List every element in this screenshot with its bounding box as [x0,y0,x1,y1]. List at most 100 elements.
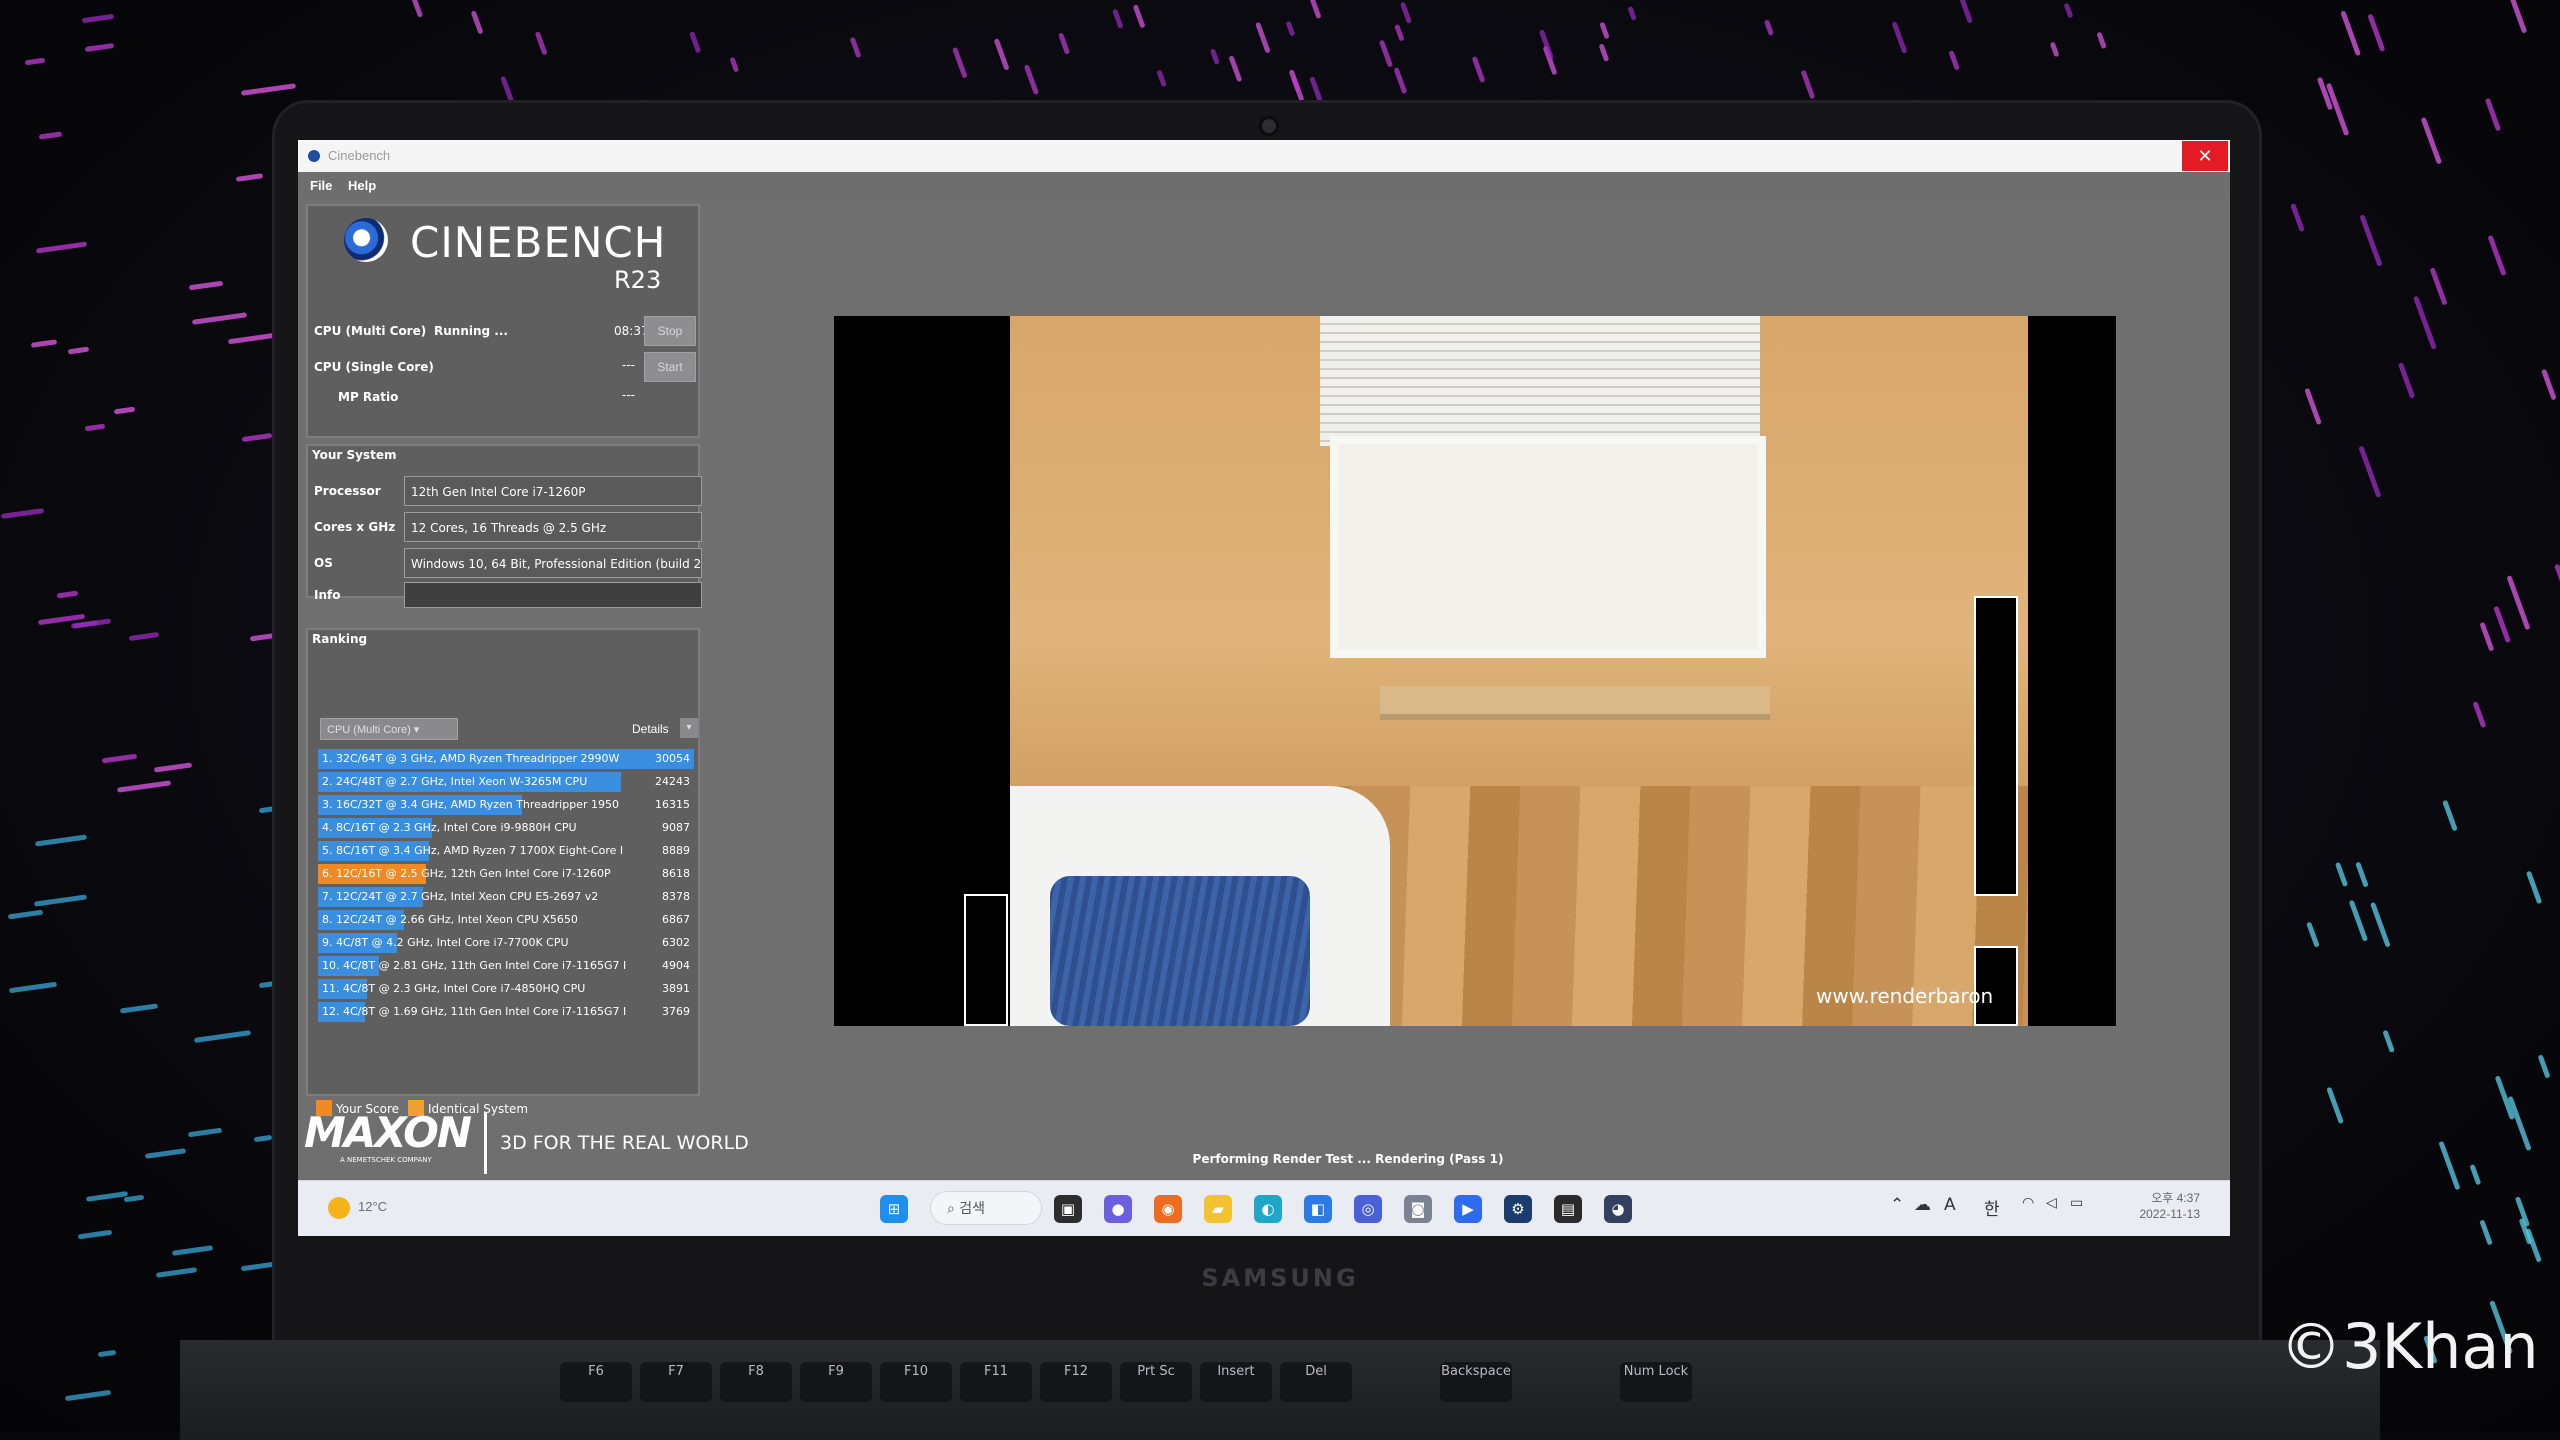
battery-icon[interactable]: ▭ [2070,1195,2083,1211]
epic-games-icon[interactable]: ▤ [1554,1195,1582,1223]
ranking-row[interactable]: 5. 8C/16T @ 3.4 GHz, AMD Ryzen 7 1700X E… [318,840,694,862]
ranking-row[interactable]: 2. 24C/48T @ 2.7 GHz, Intel Xeon W-3265M… [318,771,694,793]
chat-icon[interactable]: ● [1104,1195,1132,1223]
start-icon[interactable]: ⊞ [880,1195,908,1223]
clock-time[interactable]: 오후 4:37 [2140,1189,2200,1206]
ranking-row[interactable]: 12. 4C/8T @ 1.69 GHz, 11th Gen Intel Cor… [318,1001,694,1023]
ranking-row-label: 8. 12C/24T @ 2.66 GHz, Intel Xeon CPU X5… [322,913,640,926]
weather-temp[interactable]: 12°C [358,1199,387,1214]
maxon-divider [484,1112,487,1174]
keyboard-key: F11 [960,1362,1032,1402]
cores-value: 12 Cores, 16 Threads @ 2.5 GHz [404,512,702,542]
ranking-row[interactable]: 6. 12C/16T @ 2.5 GHz, 12th Gen Intel Cor… [318,863,694,885]
ime-mode-indicator[interactable]: A [1944,1195,1956,1215]
logo-name: CINEBENCH [410,218,666,267]
render-status: Performing Render Test ... Rendering (Pa… [798,1152,1898,1166]
keyboard-key: Del [1280,1362,1352,1402]
zoom-icon[interactable]: ▶ [1454,1195,1482,1223]
details-toggle[interactable]: ▾ [680,718,698,738]
details-label: Details [632,722,669,736]
ranking-row-score: 16315 [655,798,690,811]
cinebench-app-icon [308,150,320,162]
cores-label: Cores x GHz [314,520,395,534]
ranking-row[interactable]: 1. 32C/64T @ 3 GHz, AMD Ryzen Threadripp… [318,748,694,770]
ranking-row[interactable]: 4. 8C/16T @ 2.3 GHz, Intel Core i9-9880H… [318,817,694,839]
cinebench-icon[interactable]: ◕ [1604,1195,1632,1223]
logo-version: R23 [614,266,661,294]
ranking-heading: Ranking [312,632,367,646]
ranking-row-label: 2. 24C/48T @ 2.7 GHz, Intel Xeon W-3265M… [322,775,640,788]
ranking-row-label: 5. 8C/16T @ 3.4 GHz, AMD Ryzen 7 1700X E… [322,844,640,857]
keyboard-key: F9 [800,1362,872,1402]
render-watermark: www.renderbaron [1816,984,1993,1008]
ranking-row-score: 30054 [655,752,690,765]
menu-help[interactable]: Help [348,178,376,193]
stop-button[interactable]: Stop [644,316,696,346]
laptop-screen: Cinebench ✕ File Help CINEBENCH R23 CPU … [298,140,2230,1236]
laptop-brand: SAMSUNG [1180,1264,1380,1294]
test-multi-status: Running ... [434,324,508,338]
menu-file[interactable]: File [310,178,332,193]
info-field[interactable] [404,582,702,608]
ranking-row-label: 1. 32C/64T @ 3 GHz, AMD Ryzen Threadripp… [322,752,640,765]
clock-date[interactable]: 2022-11-13 [2130,1207,2200,1221]
ranking-row-label: 9. 4C/8T @ 4.2 GHz, Intel Core i7-7700K … [322,936,640,949]
ranking-row-score: 3891 [662,982,690,995]
firefox-icon[interactable]: ◉ [1154,1195,1182,1223]
cloud-icon[interactable]: ☁ [1914,1195,1931,1215]
maxon-subtitle: A NEMETSCHEK COMPANY [340,1156,432,1164]
app-circle-icon[interactable]: ◎ [1354,1195,1382,1223]
ranking-row[interactable]: 3. 16C/32T @ 3.4 GHz, AMD Ryzen Threadri… [318,794,694,816]
ranking-panel: Ranking [306,628,700,1096]
keyboard-key: F6 [560,1362,632,1402]
render-image [1010,316,2028,1026]
ranking-row[interactable]: 8. 12C/24T @ 2.66 GHz, Intel Xeon CPU X5… [318,909,694,931]
steam-icon[interactable]: ⚙ [1504,1195,1532,1223]
window-titlebar[interactable]: Cinebench ✕ [298,140,2230,173]
ranking-row[interactable]: 10. 4C/8T @ 2.81 GHz, 11th Gen Intel Cor… [318,955,694,977]
ranking-row-score: 8378 [662,890,690,903]
render-bucket [1974,596,2018,896]
keyboard-key: F12 [1040,1362,1112,1402]
ranking-row-score: 8618 [662,867,690,880]
photo-credit: ©3Khan [2280,1310,2539,1383]
close-button[interactable]: ✕ [2182,141,2228,171]
test-multi-label: CPU (Multi Core) [314,324,426,338]
taskbar-search[interactable]: ⌕ 검색 [930,1191,1042,1225]
start-button[interactable]: Start [644,352,696,382]
file-explorer-icon[interactable]: ▰ [1204,1195,1232,1223]
keyboard-key: F7 [640,1362,712,1402]
maxon-logo: MAXON [304,1108,470,1157]
ranking-row-score: 9087 [662,821,690,834]
search-icon: ⌕ [947,1201,955,1217]
windows-taskbar: 12°C ⊞ ⌕ 검색 ▣ ● ◉ ▰ ◐ ◧ ◎ ◙ ▶ ⚙ ▤ ◕ ⌃ ☁ … [298,1180,2230,1236]
speaker-icon[interactable]: ◁ [2046,1195,2057,1211]
cinebench-logo-icon [344,218,388,262]
task-view-icon[interactable]: ▣ [1054,1195,1082,1223]
ranking-row-score: 4904 [662,959,690,972]
ranking-row[interactable]: 7. 12C/24T @ 2.7 GHz, Intel Xeon CPU E5-… [318,886,694,908]
ranking-row-score: 3769 [662,1005,690,1018]
keyboard-key: F8 [720,1362,792,1402]
ranking-dropdown[interactable]: CPU (Multi Core) ▾ [320,718,458,740]
ranking-row[interactable]: 9. 4C/8T @ 4.2 GHz, Intel Core i7-7700K … [318,932,694,954]
wifi-icon[interactable]: ◠ [2022,1195,2034,1211]
render-table [1380,686,1770,720]
your-system-panel: Your System Processor 12th Gen Intel Cor… [306,444,700,598]
ime-language-indicator[interactable]: 한 [1984,1195,2000,1220]
os-value: Windows 10, 64 Bit, Professional Edition… [404,548,702,578]
camera-icon[interactable]: ◙ [1404,1195,1432,1223]
info-label: Info [314,588,340,602]
store-icon[interactable]: ◧ [1304,1195,1332,1223]
ranking-row-label: 11. 4C/8T @ 2.3 GHz, Intel Core i7-4850H… [322,982,640,995]
keyboard-key: Num Lock [1620,1362,1692,1402]
render-window [1330,436,1766,658]
os-label: OS [314,556,333,570]
edge-icon[interactable]: ◐ [1254,1195,1282,1223]
chevron-up-icon[interactable]: ⌃ [1890,1195,1904,1215]
benchmark-panel: CINEBENCH R23 CPU (Multi Core) Running .… [306,204,700,438]
ranking-row-label: 3. 16C/32T @ 3.4 GHz, AMD Ryzen Threadri… [322,798,640,811]
render-pillow [1050,876,1310,1026]
weather-sun-icon[interactable] [328,1197,350,1219]
ranking-row[interactable]: 11. 4C/8T @ 2.3 GHz, Intel Core i7-4850H… [318,978,694,1000]
